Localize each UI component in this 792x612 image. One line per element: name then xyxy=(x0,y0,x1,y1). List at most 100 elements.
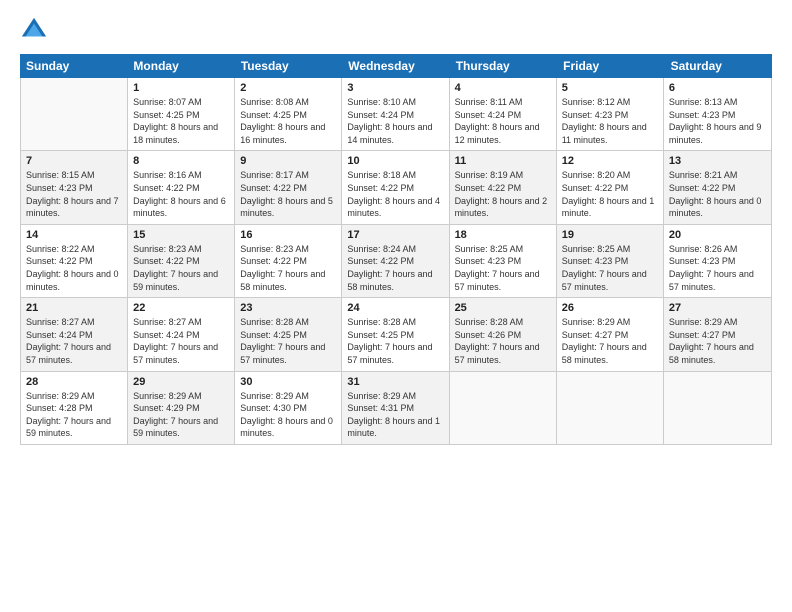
day-info: Sunrise: 8:16 AMSunset: 4:22 PMDaylight:… xyxy=(133,169,229,219)
day-number: 4 xyxy=(455,82,551,94)
day-number: 24 xyxy=(347,302,443,314)
day-info: Sunrise: 8:24 AMSunset: 4:22 PMDaylight:… xyxy=(347,243,443,293)
calendar-cell: 11Sunrise: 8:19 AMSunset: 4:22 PMDayligh… xyxy=(450,151,557,223)
day-number: 18 xyxy=(455,229,551,241)
day-number: 19 xyxy=(562,229,658,241)
day-info: Sunrise: 8:23 AMSunset: 4:22 PMDaylight:… xyxy=(133,243,229,293)
day-info: Sunrise: 8:15 AMSunset: 4:23 PMDaylight:… xyxy=(26,169,122,219)
day-info: Sunrise: 8:11 AMSunset: 4:24 PMDaylight:… xyxy=(455,96,551,146)
day-info: Sunrise: 8:23 AMSunset: 4:22 PMDaylight:… xyxy=(240,243,336,293)
day-number: 12 xyxy=(562,155,658,167)
day-info: Sunrise: 8:25 AMSunset: 4:23 PMDaylight:… xyxy=(562,243,658,293)
weekday-header-wednesday: Wednesday xyxy=(342,54,449,78)
day-number: 27 xyxy=(669,302,766,314)
calendar-cell: 29Sunrise: 8:29 AMSunset: 4:29 PMDayligh… xyxy=(128,372,235,444)
day-info: Sunrise: 8:21 AMSunset: 4:22 PMDaylight:… xyxy=(669,169,766,219)
calendar-body-outer: 1 Sunrise: 8:07 AMSunset: 4:25 PMDaylight… xyxy=(20,78,772,445)
calendar-row-4: 21 Sunrise: 8:27 AMSunset: 4:24 PMDayligh… xyxy=(21,298,771,371)
day-number: 15 xyxy=(133,229,229,241)
day-info: Sunrise: 8:29 AMSunset: 4:27 PMDaylight:… xyxy=(669,316,766,366)
weekday-header-friday: Friday xyxy=(557,54,664,78)
day-info: Sunrise: 8:20 AMSunset: 4:22 PMDaylight:… xyxy=(562,169,658,219)
day-info: Sunrise: 8:29 AMSunset: 4:27 PMDaylight:… xyxy=(562,316,658,366)
day-number: 1 xyxy=(133,82,229,94)
day-number: 25 xyxy=(455,302,551,314)
calendar-cell: 15 Sunrise: 8:23 AMSunset: 4:22 PMDayligh… xyxy=(128,225,235,297)
day-number: 17 xyxy=(347,229,443,241)
day-info: Sunrise: 8:27 AMSunset: 4:24 PMDaylight:… xyxy=(26,316,122,366)
day-info: Sunrise: 8:12 AMSunset: 4:23 PMDaylight:… xyxy=(562,96,658,146)
day-number: 6 xyxy=(669,82,766,94)
day-info: Sunrise: 8:29 AMSunset: 4:30 PMDaylight:… xyxy=(240,390,336,440)
day-number: 30 xyxy=(240,376,336,388)
calendar-cell xyxy=(21,78,128,150)
day-number: 8 xyxy=(133,155,229,167)
calendar-cell: 14 Sunrise: 8:22 AMSunset: 4:22 PMDayligh… xyxy=(21,225,128,297)
calendar-cell: 21 Sunrise: 8:27 AMSunset: 4:24 PMDayligh… xyxy=(21,298,128,370)
calendar-cell: 1 Sunrise: 8:07 AMSunset: 4:25 PMDaylight… xyxy=(128,78,235,150)
day-number: 21 xyxy=(26,302,122,314)
day-info: Sunrise: 8:22 AMSunset: 4:22 PMDaylight:… xyxy=(26,243,122,293)
day-number: 2 xyxy=(240,82,336,94)
day-number: 28 xyxy=(26,376,122,388)
calendar-cell xyxy=(557,372,664,444)
day-number: 26 xyxy=(562,302,658,314)
calendar-cell: 5 Sunrise: 8:12 AMSunset: 4:23 PMDaylight… xyxy=(557,78,664,150)
calendar-cell: 25Sunrise: 8:28 AMSunset: 4:26 PMDayligh… xyxy=(450,298,557,370)
calendar-cell: 12 Sunrise: 8:20 AMSunset: 4:22 PMDayligh… xyxy=(557,151,664,223)
calendar-cell: 31 Sunrise: 8:29 AMSunset: 4:31 PMDayligh… xyxy=(342,372,449,444)
calendar-cell: 16 Sunrise: 8:23 AMSunset: 4:22 PMDayligh… xyxy=(235,225,342,297)
day-number: 3 xyxy=(347,82,443,94)
calendar-cell: 20 Sunrise: 8:26 AMSunset: 4:23 PMDayligh… xyxy=(664,225,771,297)
calendar-row-5: 28 Sunrise: 8:29 AMSunset: 4:28 PMDayligh… xyxy=(21,372,771,444)
calendar-cell xyxy=(450,372,557,444)
calendar-cell: 8 Sunrise: 8:16 AMSunset: 4:22 PMDaylight… xyxy=(128,151,235,223)
weekday-header-thursday: Thursday xyxy=(450,54,557,78)
day-info: Sunrise: 8:27 AMSunset: 4:24 PMDaylight:… xyxy=(133,316,229,366)
day-number: 23 xyxy=(240,302,336,314)
day-number: 31 xyxy=(347,376,443,388)
calendar-cell: 22 Sunrise: 8:27 AMSunset: 4:24 PMDayligh… xyxy=(128,298,235,370)
day-info: Sunrise: 8:17 AMSunset: 4:22 PMDaylight:… xyxy=(240,169,336,219)
calendar-cell: 18Sunrise: 8:25 AMSunset: 4:23 PMDayligh… xyxy=(450,225,557,297)
calendar-cell: 28 Sunrise: 8:29 AMSunset: 4:28 PMDayligh… xyxy=(21,372,128,444)
weekday-header-monday: Monday xyxy=(127,54,234,78)
page: SundayMondayTuesdayWednesdayThursdayFrid… xyxy=(0,0,792,612)
calendar-cell: 4 Sunrise: 8:11 AMSunset: 4:24 PMDaylight… xyxy=(450,78,557,150)
calendar-cell: 26 Sunrise: 8:29 AMSunset: 4:27 PMDayligh… xyxy=(557,298,664,370)
calendar-cell: 9 Sunrise: 8:17 AMSunset: 4:22 PMDaylight… xyxy=(235,151,342,223)
header xyxy=(20,16,772,44)
weekday-header-sunday: Sunday xyxy=(20,54,127,78)
day-info: Sunrise: 8:13 AMSunset: 4:23 PMDaylight:… xyxy=(669,96,766,146)
calendar-cell: 30 Sunrise: 8:29 AMSunset: 4:30 PMDayligh… xyxy=(235,372,342,444)
calendar-cell: 6 Sunrise: 8:13 AMSunset: 4:23 PMDaylight… xyxy=(664,78,771,150)
calendar-cell: 2Sunrise: 8:08 AMSunset: 4:25 PMDaylight… xyxy=(235,78,342,150)
calendar-cell: 24Sunrise: 8:28 AMSunset: 4:25 PMDayligh… xyxy=(342,298,449,370)
day-info: Sunrise: 8:19 AMSunset: 4:22 PMDaylight:… xyxy=(455,169,551,219)
weekday-header-tuesday: Tuesday xyxy=(235,54,342,78)
day-number: 5 xyxy=(562,82,658,94)
day-number: 16 xyxy=(240,229,336,241)
day-info: Sunrise: 8:29 AMSunset: 4:29 PMDaylight:… xyxy=(133,390,229,440)
calendar-cell: 17 Sunrise: 8:24 AMSunset: 4:22 PMDayligh… xyxy=(342,225,449,297)
calendar-cell: 19 Sunrise: 8:25 AMSunset: 4:23 PMDayligh… xyxy=(557,225,664,297)
day-number: 14 xyxy=(26,229,122,241)
day-info: Sunrise: 8:29 AMSunset: 4:31 PMDaylight:… xyxy=(347,390,443,440)
calendar-cell xyxy=(664,372,771,444)
day-number: 10 xyxy=(347,155,443,167)
day-number: 13 xyxy=(669,155,766,167)
day-number: 20 xyxy=(669,229,766,241)
calendar-cell: 13 Sunrise: 8:21 AMSunset: 4:22 PMDayligh… xyxy=(664,151,771,223)
calendar-row-3: 14 Sunrise: 8:22 AMSunset: 4:22 PMDayligh… xyxy=(21,225,771,298)
day-number: 9 xyxy=(240,155,336,167)
day-info: Sunrise: 8:29 AMSunset: 4:28 PMDaylight:… xyxy=(26,390,122,440)
day-info: Sunrise: 8:07 AMSunset: 4:25 PMDaylight:… xyxy=(133,96,229,146)
calendar-cell: 23 Sunrise: 8:28 AMSunset: 4:25 PMDayligh… xyxy=(235,298,342,370)
logo xyxy=(20,16,52,44)
day-number: 22 xyxy=(133,302,229,314)
calendar-row-2: 7Sunrise: 8:15 AMSunset: 4:23 PMDaylight… xyxy=(21,151,771,224)
calendar-cell: 10Sunrise: 8:18 AMSunset: 4:22 PMDayligh… xyxy=(342,151,449,223)
day-info: Sunrise: 8:26 AMSunset: 4:23 PMDaylight:… xyxy=(669,243,766,293)
day-info: Sunrise: 8:28 AMSunset: 4:25 PMDaylight:… xyxy=(240,316,336,366)
calendar-row-1: 1 Sunrise: 8:07 AMSunset: 4:25 PMDaylight… xyxy=(21,78,771,151)
